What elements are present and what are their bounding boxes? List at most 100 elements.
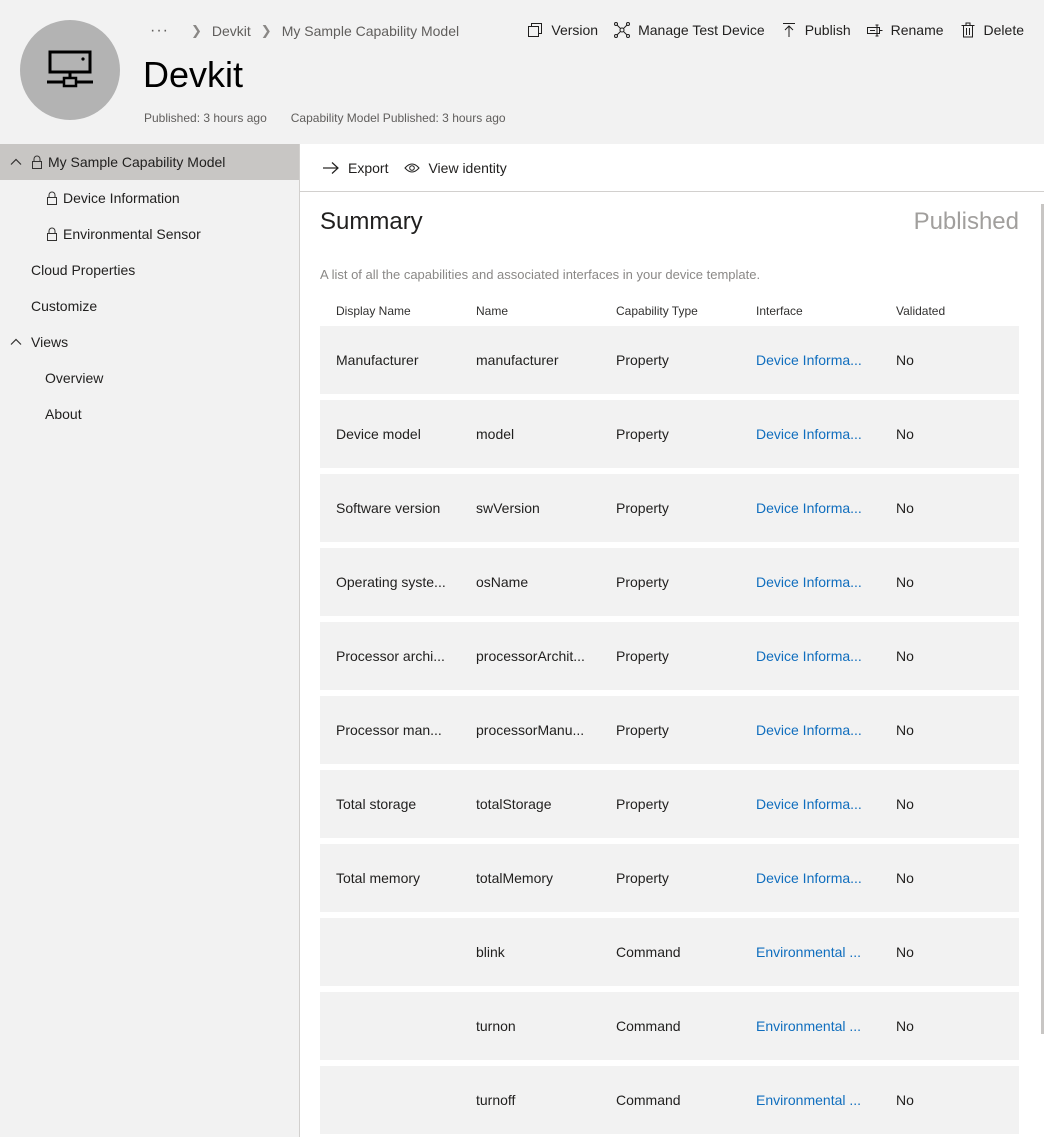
table-row[interactable]: Total storage totalStorage Property Devi… [320, 770, 1019, 838]
cell-display-name: Processor archi... [336, 648, 445, 664]
cell-name: processorManu... [476, 722, 585, 738]
cell-name: processorArchit... [476, 648, 585, 664]
capabilities-table: Display Name Name Capability Type Interf… [320, 304, 1019, 1137]
sidebar-item-capability-model[interactable]: My Sample Capability Model [0, 144, 299, 180]
interface-link[interactable]: Device Informa... [740, 796, 880, 812]
upload-icon [782, 23, 795, 37]
cell-name: turnoff [476, 1092, 516, 1108]
cell-display-name: Processor man... [336, 722, 442, 738]
sidebar-item-device-information[interactable]: Device Information [0, 180, 299, 216]
cell-capability-type: Property [616, 426, 669, 442]
sidebar-item-about[interactable]: About [0, 396, 299, 432]
sidebar-item-environmental-sensor[interactable]: Environmental Sensor [0, 216, 299, 252]
cell-validated: No [896, 426, 914, 442]
table-row[interactable]: turnon Command Environmental ... No [320, 992, 1019, 1060]
sidebar-item-label: My Sample Capability Model [48, 154, 226, 170]
interface-link[interactable]: Device Informa... [740, 648, 880, 664]
table-row[interactable]: turnoff Command Environmental ... No [320, 1066, 1019, 1134]
delete-button[interactable]: Delete [960, 22, 1024, 38]
cell-display-name: Manufacturer [336, 352, 419, 368]
table-row[interactable]: Software version swVersion Property Devi… [320, 474, 1019, 542]
cell-validated: No [896, 1092, 914, 1108]
cell-validated: No [896, 870, 914, 886]
breadcrumb-item-devkit[interactable]: Devkit [212, 23, 251, 39]
interface-link[interactable]: Device Informa... [740, 870, 880, 886]
cell-validated: No [896, 796, 914, 812]
lock-icon [47, 191, 57, 205]
sidebar-item-cloud-properties[interactable]: Cloud Properties [0, 252, 299, 288]
cell-display-name: Total memory [336, 870, 421, 886]
interface-link[interactable]: Environmental ... [740, 944, 880, 960]
page-header: ··· ❯ Devkit ❯ My Sample Capability Mode… [0, 0, 1044, 144]
trash-icon [961, 22, 975, 38]
chevron-up-icon[interactable] [9, 335, 23, 349]
manage-test-device-button[interactable]: Manage Test Device [614, 22, 765, 38]
publish-metadata: Published: 3 hours ago Capability Model … [144, 111, 506, 125]
column-header-display-name: Display Name [336, 304, 411, 318]
sidebar-item-label: Customize [31, 298, 98, 314]
cell-capability-type: Property [616, 648, 669, 664]
table-row[interactable]: Operating syste... osName Property Devic… [320, 548, 1019, 616]
cell-validated: No [896, 574, 914, 590]
cell-validated: No [896, 944, 914, 960]
breadcrumb-more-button[interactable]: ··· [150, 22, 169, 40]
model-published-time: Capability Model Published: 3 hours ago [290, 111, 506, 125]
version-label: Version [551, 22, 599, 38]
main-content: Export View identity Summary Published A… [300, 144, 1044, 1137]
interface-link[interactable]: Device Informa... [740, 722, 880, 738]
sidebar-item-views[interactable]: Views [0, 324, 299, 360]
table-header: Display Name Name Capability Type Interf… [320, 304, 1019, 326]
table-row[interactable]: Device model model Property Device Infor… [320, 400, 1019, 468]
interface-link[interactable]: Environmental ... [740, 1092, 880, 1108]
cell-capability-type: Command [616, 1018, 681, 1034]
cell-validated: No [896, 648, 914, 664]
publish-button[interactable]: Publish [781, 22, 851, 38]
publish-label: Publish [804, 22, 851, 38]
interface-link[interactable]: Device Informa... [740, 574, 880, 590]
header-actions: Version Manage Test Device Publish Renam… [527, 22, 1024, 38]
cell-capability-type: Property [616, 500, 669, 516]
cell-name: model [476, 426, 515, 442]
sidebar: My Sample Capability Model Device Inform… [0, 144, 300, 1137]
rename-label: Rename [890, 22, 944, 38]
column-header-name: Name [476, 304, 509, 318]
cell-validated: No [896, 352, 914, 368]
cell-name: manufacturer [476, 352, 559, 368]
column-header-capability-type: Capability Type [616, 304, 698, 318]
interface-link[interactable]: Device Informa... [740, 352, 880, 368]
table-row[interactable]: Processor archi... processorArchit... Pr… [320, 622, 1019, 690]
cell-name: totalStorage [476, 796, 552, 812]
table-row[interactable]: Total memory totalMemory Property Device… [320, 844, 1019, 912]
column-header-validated: Validated [896, 304, 946, 318]
device-icon [47, 50, 93, 88]
network-icon [614, 22, 631, 38]
rename-icon [866, 24, 883, 37]
page-title: Devkit [143, 54, 244, 95]
chevron-up-icon[interactable] [9, 155, 23, 169]
chevron-right-icon: ❯ [260, 23, 272, 38]
cell-name: swVersion [476, 500, 540, 516]
cell-capability-type: Command [616, 1092, 681, 1108]
cell-name: turnon [476, 1018, 516, 1034]
interface-link[interactable]: Environmental ... [740, 1018, 880, 1034]
rename-button[interactable]: Rename [866, 22, 944, 38]
sidebar-item-label: Overview [45, 370, 104, 386]
table-row[interactable]: blink Command Environmental ... No [320, 918, 1019, 986]
version-button[interactable]: Version [527, 22, 598, 38]
breadcrumb-item-capability-model[interactable]: My Sample Capability Model [282, 23, 459, 39]
table-row[interactable]: Processor man... processorManu... Proper… [320, 696, 1019, 764]
lock-icon [32, 155, 42, 169]
sidebar-item-label: About [45, 406, 82, 422]
arrow-right-icon [323, 161, 339, 174]
interface-link[interactable]: Device Informa... [740, 500, 880, 516]
cell-validated: No [896, 500, 914, 516]
command-bar: Export View identity [300, 144, 1044, 192]
view-identity-button[interactable]: View identity [404, 160, 507, 176]
sidebar-item-overview[interactable]: Overview [0, 360, 299, 396]
table-row[interactable]: Manufacturer manufacturer Property Devic… [320, 326, 1019, 394]
cell-capability-type: Property [616, 796, 669, 812]
export-button[interactable]: Export [322, 160, 388, 176]
sidebar-item-customize[interactable]: Customize [0, 288, 299, 324]
interface-link[interactable]: Device Informa... [740, 426, 880, 442]
cell-capability-type: Property [616, 352, 669, 368]
